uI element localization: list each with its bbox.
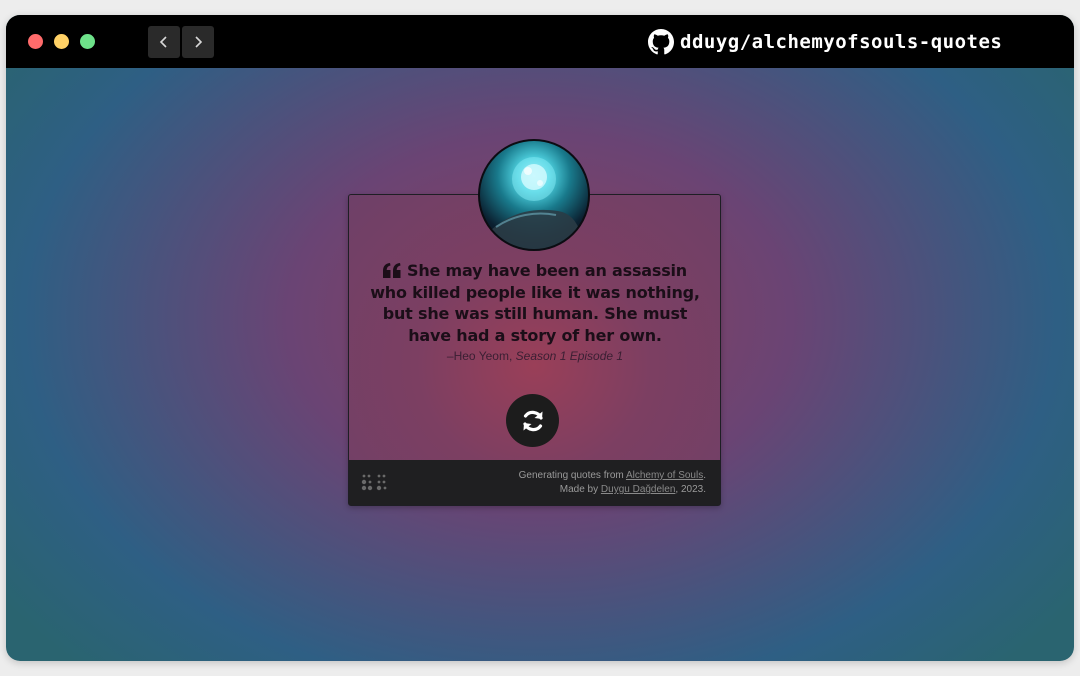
dots-logo-icon [361, 474, 387, 491]
refresh-quote-button[interactable] [506, 394, 559, 447]
quote-text: She may have been an assassin who killed… [364, 260, 706, 346]
card-footer: Generating quotes from Alchemy of Souls.… [349, 460, 720, 505]
maximize-window-button[interactable] [80, 34, 95, 49]
footer-suffix: , 2023. [675, 484, 706, 495]
quote-attribution: –Heo Yeom, Season 1 Episode 1 [364, 349, 706, 363]
avatar [478, 139, 590, 251]
minimize-window-button[interactable] [54, 34, 69, 49]
title-bar: dduyg/alchemyofsouls-quotes [6, 15, 1074, 68]
quote-mark-icon [383, 263, 401, 278]
repo-link[interactable]: dduyg/alchemyofsouls-quotes [648, 27, 1002, 57]
footer-prefix: Generating quotes from [518, 470, 626, 481]
close-window-button[interactable] [28, 34, 43, 49]
chevron-right-icon [195, 36, 203, 48]
back-button[interactable] [148, 26, 180, 58]
github-icon [648, 29, 674, 55]
quote-author: –Heo Yeom, [446, 349, 513, 363]
quote-body: She may have been an assassin who killed… [370, 261, 700, 345]
show-link[interactable]: Alchemy of Souls [626, 470, 703, 481]
author-link[interactable]: Duygu Dağdelen [601, 484, 676, 495]
forward-button[interactable] [182, 26, 214, 58]
chevron-left-icon [159, 36, 167, 48]
glowing-orb-image [488, 157, 580, 249]
refresh-icon [522, 410, 543, 431]
footer-credits: Generating quotes from Alchemy of Souls.… [506, 469, 706, 497]
quote-episode: Season 1 Episode 1 [515, 349, 624, 363]
repo-label: dduyg/alchemyofsouls-quotes [680, 31, 1003, 53]
